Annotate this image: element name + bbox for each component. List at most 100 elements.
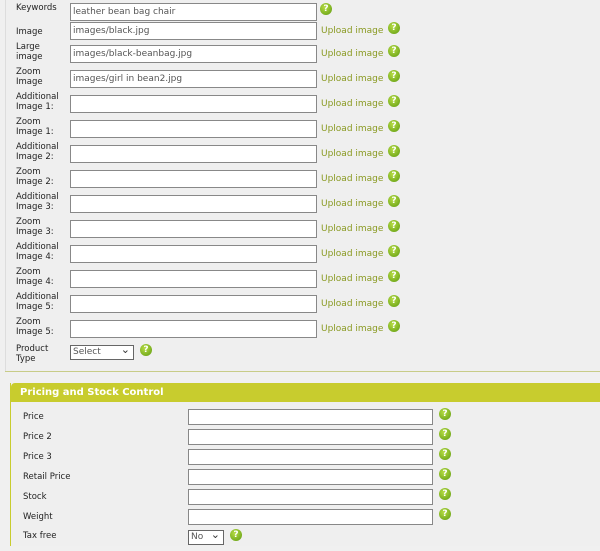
help-icon[interactable]: ?: [439, 508, 451, 520]
pricing-field-label: Price 3: [23, 452, 52, 462]
image-field-row: Additional Image 3: Upload image ?: [0, 192, 600, 217]
field-input[interactable]: leather bean bag chair: [70, 3, 317, 21]
help-icon[interactable]: ?: [439, 488, 451, 500]
field-label: Zoom Image 2:: [16, 167, 54, 187]
section-divider: [5, 371, 600, 372]
image-field-row: Zoom Image 2: Upload image ?: [0, 167, 600, 192]
help-icon[interactable]: ?: [388, 22, 400, 34]
pricing-field-input[interactable]: [188, 469, 433, 485]
image-field-row: Additional Image 2: Upload image ?: [0, 142, 600, 167]
upload-image-link[interactable]: Upload image: [321, 149, 383, 159]
field-input[interactable]: images/girl in bean2.jpg: [70, 70, 317, 88]
field-input[interactable]: images/black-beanbag.jpg: [70, 45, 317, 63]
pricing-field-label: Price 2: [23, 432, 52, 442]
upload-image-link[interactable]: Upload image: [321, 324, 383, 334]
pricing-field-input[interactable]: [188, 509, 433, 525]
help-icon[interactable]: ?: [388, 245, 400, 257]
field-label: Zoom Image 3:: [16, 217, 54, 237]
pricing-panel-title: Pricing and Stock Control: [11, 383, 600, 402]
field-label: Zoom Image 4:: [16, 267, 54, 287]
field-input[interactable]: [70, 245, 317, 263]
help-icon[interactable]: ?: [439, 408, 451, 420]
help-icon[interactable]: ?: [388, 95, 400, 107]
field-label: Additional Image 1:: [16, 92, 59, 112]
field-input[interactable]: [70, 195, 317, 213]
field-label: Additional Image 3:: [16, 192, 59, 212]
upload-image-link[interactable]: Upload image: [321, 249, 383, 259]
image-field-row: Additional Image 4: Upload image ?: [0, 242, 600, 267]
pricing-field-label: Retail Price: [23, 472, 71, 482]
field-input[interactable]: [70, 295, 317, 313]
upload-image-link[interactable]: Upload image: [321, 299, 383, 309]
field-label: Zoom Image 5:: [16, 317, 54, 337]
tax-free-value: No: [191, 532, 204, 542]
field-label: Zoom Image: [16, 67, 43, 87]
product-type-row: Product Type Select ?: [0, 343, 600, 366]
upload-image-link[interactable]: Upload image: [321, 199, 383, 209]
pricing-field-row: Weight ?: [11, 508, 600, 532]
image-field-row: Additional Image 1: Upload image ?: [0, 92, 600, 117]
field-label: Image: [16, 27, 43, 37]
field-label: Zoom Image 1:: [16, 117, 54, 137]
image-field-row: Zoom Image images/girl in bean2.jpg Uploa…: [0, 67, 600, 92]
help-icon[interactable]: ?: [388, 195, 400, 207]
help-icon[interactable]: ?: [388, 70, 400, 82]
upload-image-link[interactable]: Upload image: [321, 124, 383, 134]
help-icon[interactable]: ?: [388, 170, 400, 182]
upload-image-link[interactable]: Upload image: [321, 99, 383, 109]
upload-image-link[interactable]: Upload image: [321, 224, 383, 234]
help-icon[interactable]: ?: [439, 428, 451, 440]
upload-image-link[interactable]: Upload image: [321, 49, 383, 59]
field-input[interactable]: [70, 120, 317, 138]
image-field-row: Zoom Image 4: Upload image ?: [0, 267, 600, 292]
field-label: Additional Image 2:: [16, 142, 59, 162]
field-input[interactable]: [70, 320, 317, 338]
product-type-value: Select: [73, 347, 101, 357]
upload-image-link[interactable]: Upload image: [321, 74, 383, 84]
tax-free-label: Tax free: [23, 531, 57, 541]
pricing-field-input[interactable]: [188, 449, 433, 465]
field-label: Large image: [16, 42, 43, 62]
image-field-row: Large image images/black-beanbag.jpg Uplo…: [0, 42, 600, 67]
help-icon[interactable]: ?: [439, 448, 451, 460]
pricing-field-label: Price: [23, 412, 44, 422]
help-icon[interactable]: ?: [388, 220, 400, 232]
upload-image-link[interactable]: Upload image: [321, 274, 383, 284]
help-icon[interactable]: ?: [439, 468, 451, 480]
help-icon[interactable]: ?: [388, 45, 400, 57]
pricing-field-label: Weight: [23, 512, 53, 522]
tax-free-select[interactable]: No: [188, 528, 224, 545]
field-label: Additional Image 4:: [16, 242, 59, 262]
field-input[interactable]: [70, 170, 317, 188]
field-label: Keywords: [16, 3, 57, 13]
image-field-row: Zoom Image 1: Upload image ?: [0, 117, 600, 142]
product-type-label: Product Type: [16, 344, 49, 364]
help-icon[interactable]: ?: [320, 3, 332, 15]
product-type-select[interactable]: Select: [70, 343, 134, 360]
help-icon[interactable]: ?: [230, 529, 242, 541]
tax-free-row: Tax free No ?: [11, 528, 600, 551]
field-input[interactable]: [70, 145, 317, 163]
image-field-row: Image images/black.jpg Upload image ?: [0, 22, 600, 44]
help-icon[interactable]: ?: [388, 320, 400, 332]
field-input[interactable]: images/black.jpg: [70, 22, 317, 40]
field-input[interactable]: [70, 95, 317, 113]
field-input[interactable]: [70, 220, 317, 238]
help-icon[interactable]: ?: [140, 344, 152, 356]
image-field-row: Zoom Image 3: Upload image ?: [0, 217, 600, 242]
image-field-row: Zoom Image 5: Upload image ?: [0, 317, 600, 342]
help-icon[interactable]: ?: [388, 270, 400, 282]
upload-image-link[interactable]: Upload image: [321, 174, 383, 184]
field-label: Additional Image 5:: [16, 292, 59, 312]
pricing-field-input[interactable]: [188, 429, 433, 445]
image-field-row: Additional Image 5: Upload image ?: [0, 292, 600, 317]
help-icon[interactable]: ?: [388, 145, 400, 157]
help-icon[interactable]: ?: [388, 295, 400, 307]
pricing-field-label: Stock: [23, 492, 47, 502]
pricing-panel: Pricing and Stock Control Price ? Price …: [10, 383, 600, 546]
pricing-field-input[interactable]: [188, 489, 433, 505]
help-icon[interactable]: ?: [388, 120, 400, 132]
field-input[interactable]: [70, 270, 317, 288]
upload-image-link[interactable]: Upload image: [321, 26, 383, 36]
pricing-field-input[interactable]: [188, 409, 433, 425]
